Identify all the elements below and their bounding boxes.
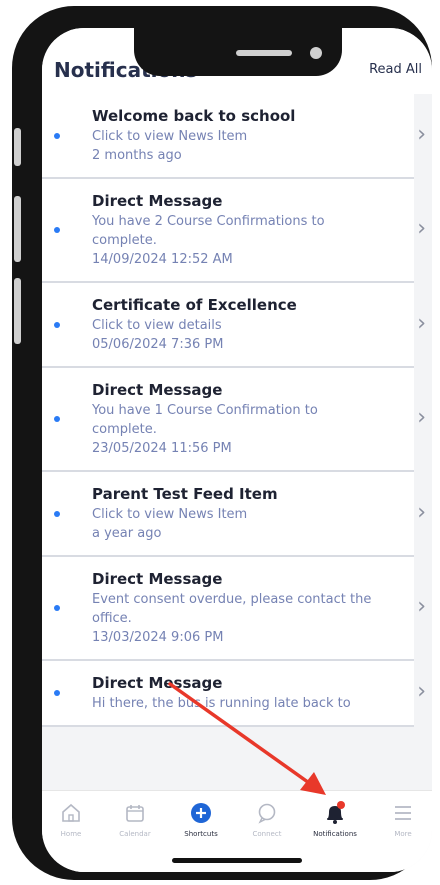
unread-dot-icon [54,321,60,328]
tab-more[interactable]: More [368,799,432,838]
app-screen: Notifications Read All Welcome back to s… [42,28,432,872]
unread-dot-icon [54,132,60,139]
unread-dot-icon [54,605,60,611]
notification-date: 23/05/2024 11:56 PM [92,441,232,456]
tab-label: Home [60,830,82,838]
speaker [236,50,292,56]
notification-item[interactable]: Direct Message Hi there, the bus is runni… [42,661,426,727]
chevron-right-icon: › [417,310,426,336]
notification-title: Certificate of Excellence [92,296,297,314]
notification-date: 14/09/2024 12:52 AM [92,252,233,267]
notification-subtitle: Click to view details [92,318,222,333]
tab-label: Calendar [119,830,151,838]
chevron-right-icon: › [417,216,426,241]
notification-subtitle: Click to view News Item [92,507,248,522]
notification-date: a year ago [92,526,162,541]
calendar-icon [100,799,170,827]
hamburger-menu-icon [368,799,432,827]
notification-title: Welcome back to school [92,107,296,125]
notification-title: Direct Message [92,674,223,692]
notification-date: 05/06/2024 7:36 PM [92,337,224,352]
side-button [14,128,21,166]
tab-label: Notifications [313,830,357,838]
notification-subtitle: You have 1 Course Confirmation to comple… [92,403,318,437]
notification-item[interactable]: Direct Message Event consent overdue, ple… [42,557,426,661]
notification-title: Parent Test Feed Item [92,485,278,503]
chevron-right-icon: › [417,679,426,704]
unread-dot-icon [54,416,60,422]
notification-title: Direct Message [92,381,223,399]
notification-item[interactable]: Welcome back to school Click to view News… [42,94,426,179]
chevron-right-icon: › [417,594,426,619]
home-icon [42,799,106,827]
notification-subtitle: Hi there, the bus is running late back t… [92,696,351,711]
chat-bubble-icon [232,799,302,827]
tab-label: Connect [252,830,282,838]
notification-item[interactable]: Direct Message You have 1 Course Confirma… [42,368,426,472]
tab-label: More [394,830,412,838]
unread-dot-icon [54,227,60,233]
notification-subtitle: You have 2 Course Confirmations to compl… [92,214,325,248]
home-indicator [172,858,302,863]
phone-frame: Notifications Read All Welcome back to s… [12,6,432,880]
notification-subtitle: Event consent overdue, please contact th… [92,592,372,626]
tab-label: Shortcuts [184,830,218,838]
notification-item[interactable]: Direct Message You have 2 Course Confirma… [42,179,426,283]
chevron-right-icon: › [417,405,426,430]
chevron-right-icon: › [417,121,426,147]
bell-icon [300,799,370,827]
notification-item[interactable]: Parent Test Feed Item Click to view News … [42,472,426,557]
notification-subtitle: Click to view News Item [92,129,248,144]
volume-up-button [14,196,21,262]
tab-calendar[interactable]: Calendar [100,799,170,838]
tab-shortcuts[interactable]: Shortcuts [166,799,236,838]
camera [310,47,322,59]
volume-down-button [14,278,21,344]
notification-title: Direct Message [92,192,223,210]
notification-item[interactable]: Certificate of Excellence Click to view d… [42,283,426,368]
tab-notifications[interactable]: Notifications [300,799,370,838]
notch [134,28,342,76]
tab-home[interactable]: Home [42,799,106,838]
chevron-right-icon: › [417,499,426,525]
notification-date: 13/03/2024 9:06 PM [92,630,224,645]
notification-date: 2 months ago [92,148,182,163]
notification-list: Welcome back to school Click to view News… [42,94,432,790]
plus-circle-icon [166,799,236,827]
tab-connect[interactable]: Connect [232,799,302,838]
notification-title: Direct Message [92,570,223,588]
unread-dot-icon [54,690,60,696]
read-all-button[interactable]: Read All [369,62,422,77]
unread-dot-icon [54,510,60,517]
